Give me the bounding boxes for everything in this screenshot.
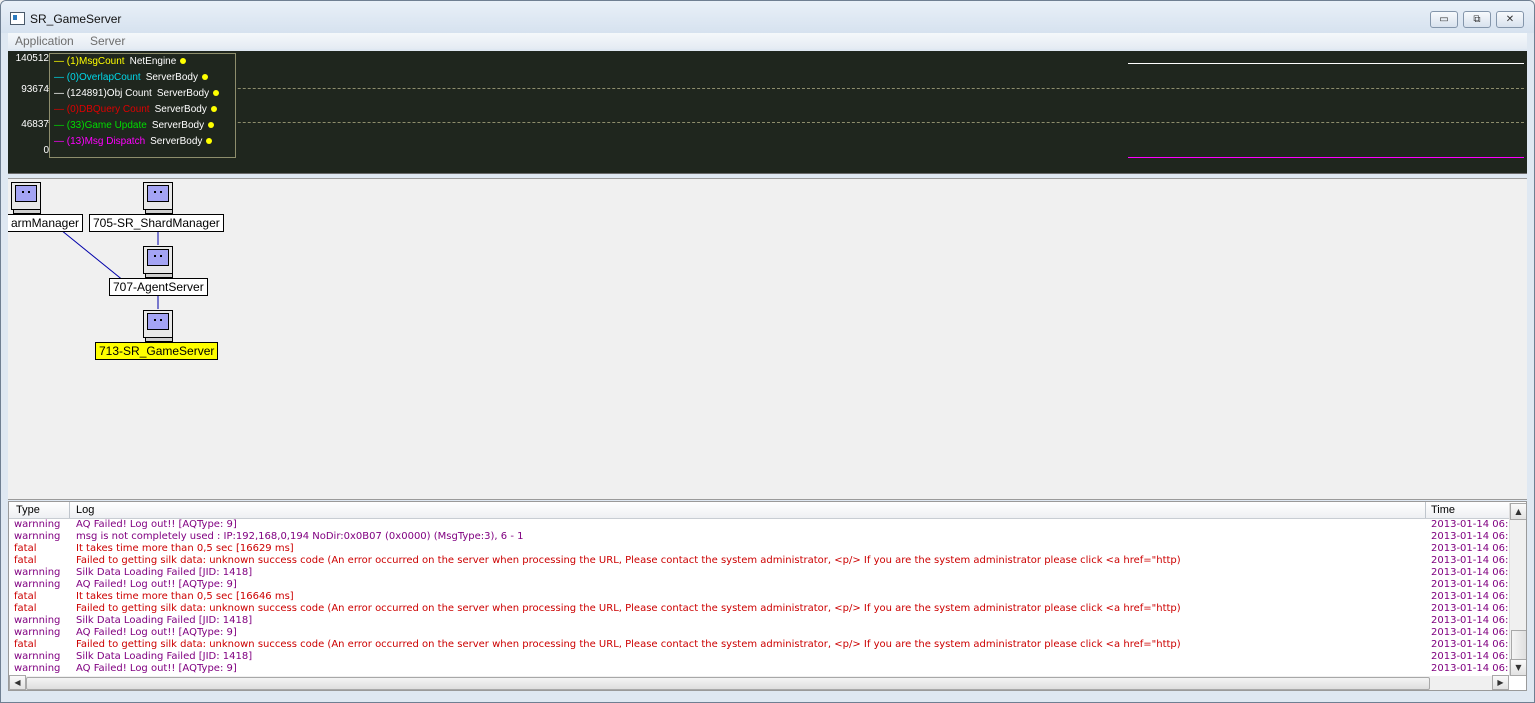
- log-row[interactable]: warnning Silk Data Loading Failed [JID: 1…: [9, 651, 1509, 663]
- title-bar[interactable]: SR_GameServer ▭ ⧉ ✕: [1, 1, 1534, 33]
- maximize-button[interactable]: ⧉: [1463, 11, 1491, 28]
- log-row[interactable]: fatal Failed to getting silk data: unknow…: [9, 555, 1509, 567]
- close-button[interactable]: ✕: [1496, 11, 1524, 28]
- log-row[interactable]: warnning AQ Failed! Log out!! [AQType: 9]…: [9, 579, 1509, 591]
- grid-line: [48, 122, 1524, 123]
- server-node-label[interactable]: armManager: [8, 214, 84, 232]
- horizontal-scrollbar[interactable]: ◀ ▶: [9, 675, 1509, 690]
- log-row[interactable]: fatal It takes time more than 0,5 sec [16…: [9, 591, 1509, 603]
- topology-links: [60, 229, 159, 309]
- performance-graph: 140512 93674 46837 0 — (1)MsgCount NetEng…: [8, 51, 1527, 174]
- y-tick-label: 140512: [15, 53, 49, 64]
- graph-legend: — (1)MsgCount NetEngine — (0)OverlapCount…: [49, 53, 236, 158]
- legend-item[interactable]: — (13)Msg Dispatch ServerBody: [54, 136, 213, 150]
- log-row[interactable]: warnning AQ Failed! Log out!! [AQType: 9]…: [9, 519, 1509, 531]
- server-node-icon[interactable]: [143, 310, 173, 342]
- menu-application[interactable]: Application: [15, 34, 74, 48]
- legend-item[interactable]: — (0)OverlapCount ServerBody: [54, 72, 208, 86]
- window-title: SR_GameServer: [30, 12, 122, 26]
- log-row[interactable]: fatal It takes time more than 0,5 sec [16…: [9, 543, 1509, 555]
- legend-item[interactable]: — (1)MsgCount NetEngine: [54, 56, 187, 70]
- server-topology: armManager 705-SR_ShardManager 707-Agent…: [8, 178, 1527, 500]
- grid-line: [48, 88, 1524, 89]
- log-header: Type Log Time: [9, 502, 1526, 519]
- column-header-type[interactable]: Type: [16, 504, 40, 516]
- horizontal-scroll-thumb[interactable]: [26, 677, 1430, 690]
- scroll-up-button[interactable]: ▲: [1510, 503, 1526, 520]
- menu-server[interactable]: Server: [90, 34, 125, 48]
- y-tick-label: 0: [43, 145, 49, 156]
- log-row[interactable]: warnning Silk Data Loading Failed [JID: 1…: [9, 615, 1509, 627]
- app-window: SR_GameServer ▭ ⧉ ✕ Application Server 1…: [0, 0, 1535, 703]
- y-tick-label: 46837: [21, 119, 49, 130]
- legend-item[interactable]: — (0)DBQuery Count ServerBody: [54, 104, 217, 118]
- server-node-icon[interactable]: [11, 182, 41, 214]
- server-node-label[interactable]: 707-AgentServer: [109, 278, 208, 296]
- vertical-scroll-thumb[interactable]: [1511, 630, 1526, 660]
- menu-bar: Application Server: [8, 33, 1527, 49]
- legend-item[interactable]: — (33)Game Update ServerBody: [54, 120, 215, 134]
- server-node-label-selected[interactable]: 713-SR_GameServer: [95, 342, 219, 360]
- minimize-button[interactable]: ▭: [1430, 11, 1458, 28]
- scroll-left-button[interactable]: ◀: [9, 675, 26, 690]
- vertical-scrollbar[interactable]: ▲ ▼: [1509, 503, 1526, 676]
- column-header-time[interactable]: Time: [1431, 504, 1455, 516]
- legend-item[interactable]: — (124891)Obj Count ServerBody: [54, 88, 220, 102]
- log-row[interactable]: warnning AQ Failed! Log out!! [AQType: 9]…: [9, 663, 1509, 675]
- log-row[interactable]: fatal Failed to getting silk data: unknow…: [9, 639, 1509, 651]
- log-list: Type Log Time warnning AQ Failed! Log out…: [8, 501, 1527, 691]
- server-node-label[interactable]: 705-SR_ShardManager: [89, 214, 224, 232]
- scroll-down-button[interactable]: ▼: [1510, 659, 1526, 676]
- log-row[interactable]: warnning Silk Data Loading Failed [JID: 1…: [9, 567, 1509, 579]
- log-row[interactable]: warnning msg is not completely used : IP:…: [9, 531, 1509, 543]
- log-row[interactable]: warnning AQ Failed! Log out!! [AQType: 9]…: [9, 627, 1509, 639]
- trace-msg-dispatch: [1128, 157, 1524, 158]
- server-node-icon[interactable]: [143, 182, 173, 214]
- server-node-icon[interactable]: [143, 246, 173, 278]
- scroll-right-button[interactable]: ▶: [1492, 675, 1509, 690]
- log-row[interactable]: fatal Failed to getting silk data: unknow…: [9, 603, 1509, 615]
- trace-obj-count: [1128, 63, 1524, 64]
- app-icon: [10, 12, 25, 25]
- column-header-log[interactable]: Log: [76, 504, 94, 516]
- y-tick-label: 93674: [21, 84, 49, 95]
